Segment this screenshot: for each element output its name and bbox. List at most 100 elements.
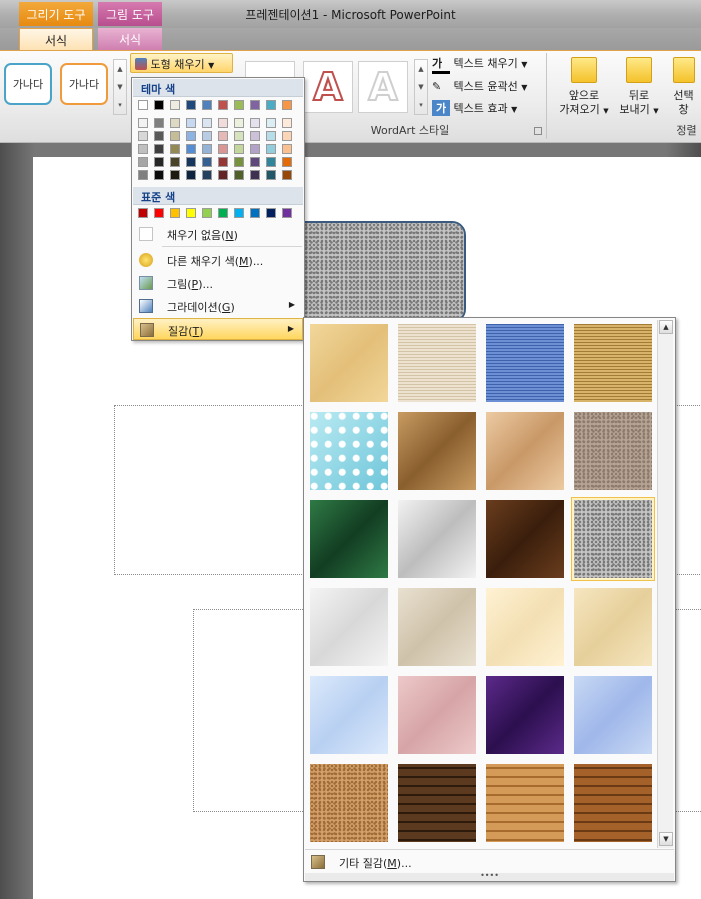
texture-medium-wood[interactable] (571, 761, 655, 845)
theme-color-swatch[interactable] (282, 100, 292, 110)
texture-water-droplets[interactable] (307, 409, 391, 493)
wordart-gallery-scroll[interactable]: ▲ ▼ ▾ (414, 59, 428, 115)
theme-shade-swatch[interactable] (154, 170, 164, 180)
theme-shade-swatch[interactable] (154, 131, 164, 141)
texture-woven-mat[interactable] (571, 321, 655, 405)
theme-shade-swatch[interactable] (282, 118, 292, 128)
theme-shade-swatch[interactable] (202, 170, 212, 180)
theme-color-swatch[interactable] (202, 100, 212, 110)
theme-shade-swatch[interactable] (186, 144, 196, 154)
texture-newsprint[interactable] (307, 585, 391, 669)
theme-shade-swatch[interactable] (170, 118, 180, 128)
theme-shade-swatch[interactable] (234, 170, 244, 180)
theme-shade-swatch[interactable] (186, 118, 196, 128)
theme-color-swatch[interactable] (170, 100, 180, 110)
standard-color-swatch[interactable] (138, 208, 148, 218)
theme-shade-swatch[interactable] (282, 157, 292, 167)
theme-color-swatch[interactable] (154, 100, 164, 110)
shape-style-gallery-scroll[interactable]: ▲ ▼ ▾ (113, 59, 127, 115)
shape-fill-button[interactable]: 도형 채우기 ▼ (130, 53, 233, 73)
theme-shade-swatch[interactable] (186, 131, 196, 141)
theme-shade-swatch[interactable] (170, 131, 180, 141)
shape-style-2[interactable]: 가나다 (60, 63, 108, 105)
text-outline-button[interactable]: ✎ 텍스트 윤곽선 ▼ (432, 78, 527, 94)
theme-shade-swatch[interactable] (282, 131, 292, 141)
theme-color-swatch[interactable] (266, 100, 276, 110)
selection-pane-button[interactable]: 선택 창 (666, 55, 701, 117)
text-effects-button[interactable]: 가 텍스트 효과 ▼ (432, 100, 517, 116)
theme-color-swatch[interactable] (218, 100, 228, 110)
send-backward-button[interactable]: 뒤로 보내기 ▼ (613, 55, 665, 118)
standard-color-swatch[interactable] (282, 208, 292, 218)
standard-color-swatch[interactable] (202, 208, 212, 218)
texture-recycled-paper[interactable] (395, 585, 479, 669)
texture-stationery[interactable] (571, 585, 655, 669)
theme-shade-swatch[interactable] (202, 118, 212, 128)
theme-shade-swatch[interactable] (138, 131, 148, 141)
theme-color-swatch[interactable] (234, 100, 244, 110)
theme-shade-swatch[interactable] (218, 144, 228, 154)
theme-shade-swatch[interactable] (186, 170, 196, 180)
theme-shade-swatch[interactable] (202, 144, 212, 154)
theme-color-swatch[interactable] (186, 100, 196, 110)
theme-shade-swatch[interactable] (202, 157, 212, 167)
menu-item-picture[interactable]: 그림(P)... (133, 272, 303, 294)
texture-fish-fossil[interactable] (483, 409, 567, 493)
standard-color-swatch[interactable] (250, 208, 260, 218)
theme-shade-swatch[interactable] (154, 144, 164, 154)
texture-denim[interactable] (483, 321, 567, 405)
standard-color-swatch[interactable] (170, 208, 180, 218)
texture-cork[interactable] (307, 761, 391, 845)
theme-shade-swatch[interactable] (218, 131, 228, 141)
text-fill-button[interactable]: 가 텍스트 채우기 ▼ (432, 55, 527, 74)
theme-shade-swatch[interactable] (250, 170, 260, 180)
theme-shade-swatch[interactable] (234, 157, 244, 167)
theme-shade-swatch[interactable] (282, 170, 292, 180)
tab-drawing-format[interactable]: 서식 (19, 28, 93, 50)
texture-parchment[interactable] (483, 585, 567, 669)
theme-shade-swatch[interactable] (138, 157, 148, 167)
selected-shape[interactable] (290, 221, 466, 323)
texture-brown-marble[interactable] (483, 497, 567, 581)
theme-shade-swatch[interactable] (170, 144, 180, 154)
theme-shade-swatch[interactable] (266, 131, 276, 141)
theme-shade-swatch[interactable] (234, 144, 244, 154)
texture-pink-tissue-paper[interactable] (395, 673, 479, 757)
standard-color-swatch[interactable] (234, 208, 244, 218)
texture-gallery-scrollbar[interactable]: ▲ ▼ (657, 320, 673, 848)
standard-color-swatch[interactable] (154, 208, 164, 218)
theme-shade-swatch[interactable] (250, 131, 260, 141)
theme-shade-swatch[interactable] (218, 118, 228, 128)
theme-shade-swatch[interactable] (170, 170, 180, 180)
theme-shade-swatch[interactable] (186, 157, 196, 167)
texture-granite[interactable] (571, 497, 655, 581)
theme-shade-swatch[interactable] (154, 157, 164, 167)
theme-shade-swatch[interactable] (266, 118, 276, 128)
texture-papyrus[interactable] (307, 321, 391, 405)
theme-shade-swatch[interactable] (266, 170, 276, 180)
menu-item-texture[interactable]: 질감(T) ▶ (133, 318, 303, 340)
theme-color-swatch[interactable] (138, 100, 148, 110)
scroll-down-icon[interactable]: ▼ (659, 832, 673, 846)
shape-style-1[interactable]: 가나다 (4, 63, 52, 105)
menu-item-no-fill[interactable]: 채우기 없음(N) (133, 223, 303, 245)
theme-shade-swatch[interactable] (266, 157, 276, 167)
texture-bouquet[interactable] (571, 673, 655, 757)
texture-oak[interactable] (483, 761, 567, 845)
theme-shade-swatch[interactable] (138, 118, 148, 128)
dialog-launcher-icon[interactable] (534, 127, 542, 135)
bring-forward-button[interactable]: 앞으로 가져오기 ▼ (553, 55, 615, 118)
theme-shade-swatch[interactable] (170, 157, 180, 167)
scroll-up-icon[interactable]: ▲ (659, 320, 673, 334)
theme-shade-swatch[interactable] (266, 144, 276, 154)
theme-shade-swatch[interactable] (218, 157, 228, 167)
theme-shade-swatch[interactable] (138, 170, 148, 180)
theme-shade-swatch[interactable] (218, 170, 228, 180)
theme-shade-swatch[interactable] (234, 131, 244, 141)
texture-blue-tissue-paper[interactable] (307, 673, 391, 757)
texture-sand[interactable] (571, 409, 655, 493)
theme-shade-swatch[interactable] (202, 131, 212, 141)
theme-shade-swatch[interactable] (250, 118, 260, 128)
tab-picture-format[interactable]: 서식 (98, 28, 162, 50)
wordart-style-gray[interactable]: A (358, 61, 408, 113)
